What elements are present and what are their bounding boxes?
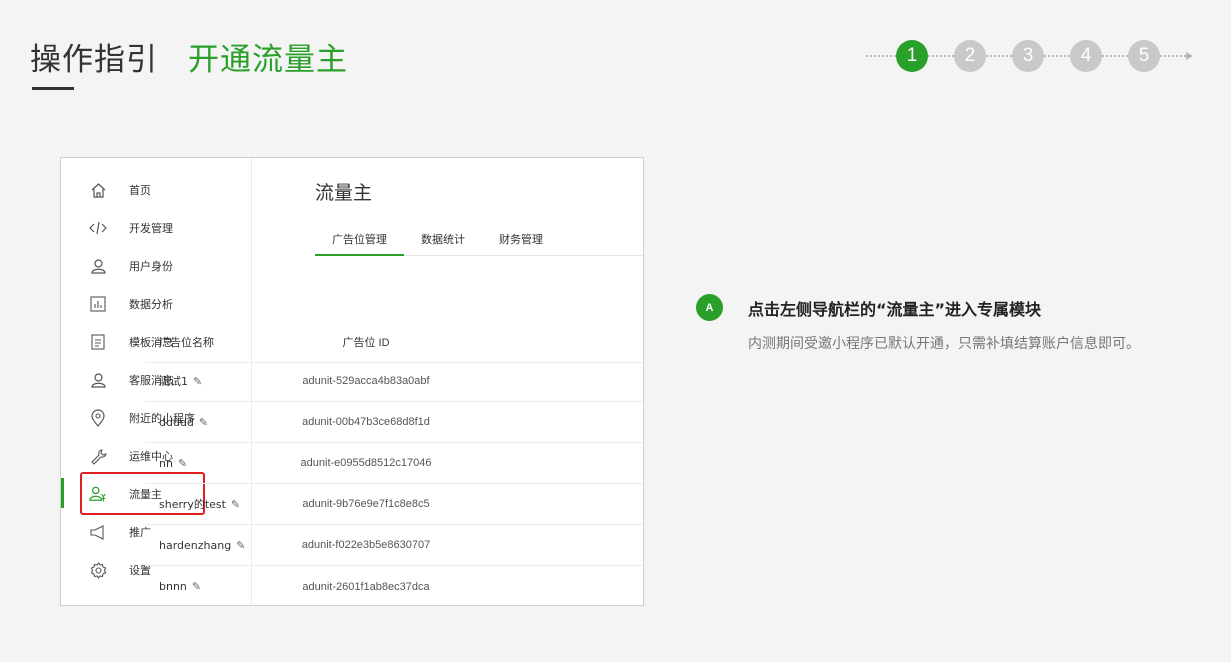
- tab-ad-slot-management[interactable]: 广告位管理: [315, 225, 404, 256]
- guide-header: 操作指引 开通流量主: [30, 34, 348, 79]
- pencil-icon[interactable]: ✎: [178, 457, 187, 470]
- step-indicator: 1 2 3 4 5: [866, 40, 1193, 72]
- wrench-icon: [89, 447, 107, 465]
- step-connector: [928, 55, 954, 57]
- home-icon: [89, 181, 107, 199]
- step-4[interactable]: 4: [1070, 40, 1102, 72]
- ad-slot-id: adunit-f022e3b5e8630707: [301, 539, 431, 551]
- table-row[interactable]: sherry的test ✎ adunit-9b76e9e7f1c8e8c5: [145, 484, 643, 525]
- table-row[interactable]: nn ✎ adunit-e0955d8512c17046: [145, 443, 643, 484]
- pencil-icon[interactable]: ✎: [192, 580, 201, 593]
- step-connector: [1044, 55, 1070, 57]
- sidebar-item-home[interactable]: 首页: [61, 171, 252, 209]
- pencil-icon[interactable]: ✎: [199, 416, 208, 429]
- ad-slot-id: adunit-529acca4b83a0abf: [302, 375, 430, 387]
- table-row[interactable]: bnnn ✎ adunit-2601f1ab8ec37dca: [145, 566, 643, 605]
- step-connector: [866, 55, 896, 57]
- step-2[interactable]: 2: [954, 40, 986, 72]
- table-row[interactable]: hardenzhang ✎ adunit-f022e3b5e8630707: [145, 525, 643, 566]
- arrow-right-icon: [1186, 52, 1193, 60]
- ad-slot-name: nn ✎: [159, 456, 188, 470]
- pencil-icon[interactable]: ✎: [231, 498, 240, 511]
- table-header-row: 广告位名称 广告位 ID: [145, 322, 643, 363]
- ad-slot-name: 测试1 ✎: [159, 374, 203, 389]
- tab-data-stats[interactable]: 数据统计: [404, 225, 482, 256]
- title-underline: [32, 87, 74, 90]
- instruction-title: 点击左侧导航栏的“流量主”进入专属模块: [748, 300, 1042, 319]
- sidebar-item-label: 数据分析: [129, 298, 173, 311]
- table-row[interactable]: 测试1 ✎ adunit-529acca4b83a0abf: [145, 361, 643, 402]
- sidebar-item-analytics[interactable]: 数据分析: [61, 285, 252, 323]
- sidebar-item-label: 开发管理: [129, 222, 173, 235]
- user-icon: [89, 257, 107, 275]
- ad-slot-name: sherry的test ✎: [159, 497, 241, 512]
- page-subtitle: 开通流量主: [188, 42, 348, 78]
- location-pin-icon: [89, 409, 107, 427]
- step-connector: [1160, 55, 1186, 57]
- ad-slot-id: adunit-9b76e9e7f1c8e8c5: [302, 498, 430, 510]
- ad-slot-id: adunit-00b47b3ce68d8f1d: [302, 416, 430, 428]
- ad-slot-id: adunit-2601f1ab8ec37dca: [302, 580, 430, 593]
- screenshot-mockup: 首页 开发管理 用户身份 数据分析 模板消息 客服消息 附近的小程序 运维中心 …: [60, 157, 644, 606]
- bar-chart-icon: [89, 295, 107, 313]
- column-header-id: 广告位 ID: [342, 337, 390, 349]
- sidebar-item-label: 首页: [129, 184, 151, 197]
- pencil-icon[interactable]: ✎: [193, 375, 202, 388]
- ad-slot-name: ddddd ✎: [159, 415, 209, 429]
- ad-slot-id: adunit-e0955d8512c17046: [300, 457, 432, 469]
- table-row[interactable]: ddddd ✎ adunit-00b47b3ce68d8f1d: [145, 402, 643, 443]
- code-icon: [89, 219, 107, 237]
- sidebar-item-dev[interactable]: 开发管理: [61, 209, 252, 247]
- tab-bar: 广告位管理 数据统计 财务管理: [315, 225, 643, 256]
- megaphone-icon: [89, 523, 107, 541]
- step-1[interactable]: 1: [896, 40, 928, 72]
- step-5[interactable]: 5: [1128, 40, 1160, 72]
- column-header-name: 广告位名称: [159, 336, 214, 349]
- pencil-icon[interactable]: ✎: [236, 539, 245, 552]
- content-title: 流量主: [315, 182, 373, 204]
- gear-icon: [89, 561, 107, 579]
- ad-slot-name: hardenzhang ✎: [159, 538, 246, 552]
- customer-service-icon: [89, 371, 107, 389]
- sidebar-item-identity[interactable]: 用户身份: [61, 247, 252, 285]
- ad-slot-name: bnnn ✎: [159, 580, 202, 593]
- instruction-description: 内测期间受邀小程序已默认开通，只需补填结算账户信息即可。: [748, 336, 1140, 352]
- document-icon: [89, 333, 107, 351]
- page-title: 操作指引: [30, 42, 158, 78]
- step-connector: [1102, 55, 1128, 57]
- step-connector: [986, 55, 1012, 57]
- tab-finance[interactable]: 财务管理: [482, 225, 560, 256]
- sidebar-item-label: 用户身份: [129, 260, 173, 273]
- step-3[interactable]: 3: [1012, 40, 1044, 72]
- step-badge: A: [696, 294, 723, 321]
